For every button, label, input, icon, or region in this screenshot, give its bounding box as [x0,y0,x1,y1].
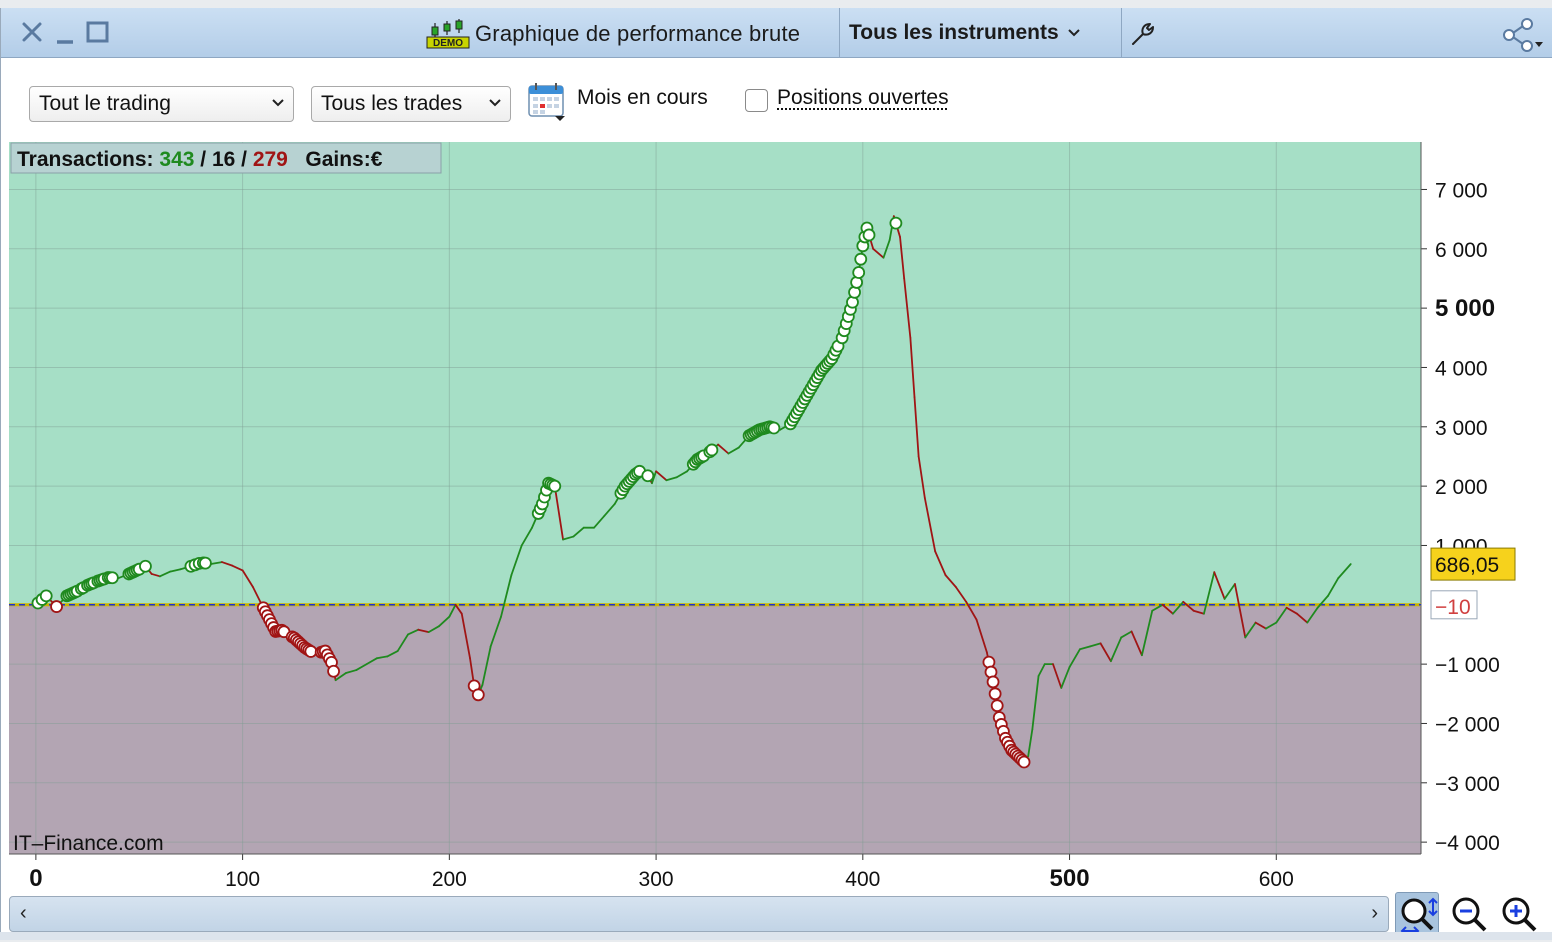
gain-trade-marker[interactable] [107,572,118,583]
share-icon[interactable] [1501,18,1545,52]
zoom-out-button[interactable] [1447,892,1491,936]
x-tick-label: 0 [29,865,42,888]
trades-filter-select[interactable]: Tous les trades [311,86,511,122]
bottom-strip [0,932,1552,940]
x-tick-label: 200 [432,868,467,888]
filter-toolbar: Tout le trading Tous les trades Mois en … [1,66,1552,136]
y-tick-label: 6 000 [1435,239,1488,262]
gain-trade-marker[interactable] [200,558,211,569]
transactions-neutral: 16 [212,148,235,171]
y-tick-label: 2 000 [1435,476,1488,499]
zoom-out-icon [1447,892,1491,936]
open-positions-label[interactable]: Positions ouvertes [777,86,949,110]
instrument-selector[interactable]: Tous les instruments [849,16,1081,50]
loss-trade-marker[interactable] [992,700,1003,711]
loss-trade-marker[interactable] [51,601,62,612]
period-label[interactable]: Mois en cours [577,86,708,110]
chevron-down-icon [1067,25,1081,41]
y-tick-label: −3 000 [1435,773,1500,796]
maximize-icon[interactable] [85,18,111,46]
trading-filter-value: Tout le trading [39,92,171,116]
gains-currency: € [371,148,383,171]
instrument-selector-label: Tous les instruments [849,21,1059,45]
window-title: Graphique de performance brute [475,21,800,47]
loss-trade-marker[interactable] [305,646,316,657]
wrench-icon[interactable] [1129,20,1157,48]
gains-label: Gains: [288,148,371,171]
positive-zone [9,142,1421,605]
trades-filter-value: Tous les trades [321,92,462,116]
x-tick-label: 600 [1259,868,1294,888]
performance-chart[interactable]: 7 0006 0005 0004 0003 0002 0001 000−1 00… [1,128,1552,888]
gain-trade-marker[interactable] [642,470,653,481]
y-tick-label: −1 000 [1435,654,1500,677]
x-tick-label: 300 [639,868,674,888]
y-tick-label: 4 000 [1435,357,1488,380]
loss-trade-marker[interactable] [1019,757,1030,768]
performance-chart-window: DEMO Graphique de performance brute Tous… [0,8,1552,940]
zoom-fit-icon [1396,893,1440,937]
close-icon[interactable] [19,18,45,46]
stats-separator: / [235,148,253,171]
stats-separator: / [194,148,212,171]
loss-trade-marker[interactable] [328,666,339,677]
calendar-icon[interactable] [527,82,567,122]
zoom-in-button[interactable] [1497,892,1541,936]
trading-filter-select[interactable]: Tout le trading [29,86,294,122]
watermark: IT–Finance.com [13,832,164,855]
x-tick-label: 500 [1050,865,1090,888]
y-tick-label: 5 000 [1435,295,1495,322]
scroll-left-icon[interactable]: ‹ [20,902,27,925]
window-title-group: DEMO Graphique de performance brute [425,16,800,52]
current-value-label: 686,05 [1435,554,1499,577]
title-bar: DEMO Graphique de performance brute Tous… [1,8,1552,58]
negative-zone [9,605,1421,854]
loss-trade-marker[interactable] [990,688,1001,699]
horizontal-scrollbar[interactable]: ‹ › [9,896,1389,932]
loss-trade-marker[interactable] [473,689,484,700]
gain-trade-marker[interactable] [890,218,901,229]
gain-trade-marker[interactable] [855,254,866,265]
demo-badge-text: DEMO [433,38,463,49]
y-tick-label: 3 000 [1435,417,1488,440]
transactions-total: 343 [159,148,194,171]
zoom-fit-button[interactable] [1395,892,1439,936]
gain-trade-marker[interactable] [768,422,779,433]
gain-trade-marker[interactable] [706,444,717,455]
scroll-right-icon[interactable]: › [1371,902,1378,925]
gain-trade-marker[interactable] [853,267,864,278]
gain-trade-marker[interactable] [140,561,151,572]
gain-trade-marker[interactable] [41,590,52,601]
zoom-in-icon [1497,892,1541,936]
demo-chart-icon: DEMO [425,19,471,49]
x-tick-label: 400 [845,868,880,888]
loss-trade-marker[interactable] [988,676,999,687]
gain-trade-marker[interactable] [864,229,875,240]
chevron-down-icon [271,96,285,110]
y-tick-label: −4 000 [1435,832,1500,855]
transactions-label: Transactions: [17,148,159,171]
x-tick-label: 100 [225,868,260,888]
y-tick-label: −2 000 [1435,713,1500,736]
transactions-losses: 279 [253,148,288,171]
reference-value-label: −10 [1435,596,1471,619]
open-positions-checkbox[interactable] [745,89,768,112]
minimize-icon[interactable] [53,18,79,46]
chevron-down-icon [488,96,502,110]
y-tick-label: 7 000 [1435,179,1488,202]
stats-text: Transactions: 343 / 16 / 279 Gains:€ [17,148,383,171]
gain-trade-marker[interactable] [549,481,560,492]
